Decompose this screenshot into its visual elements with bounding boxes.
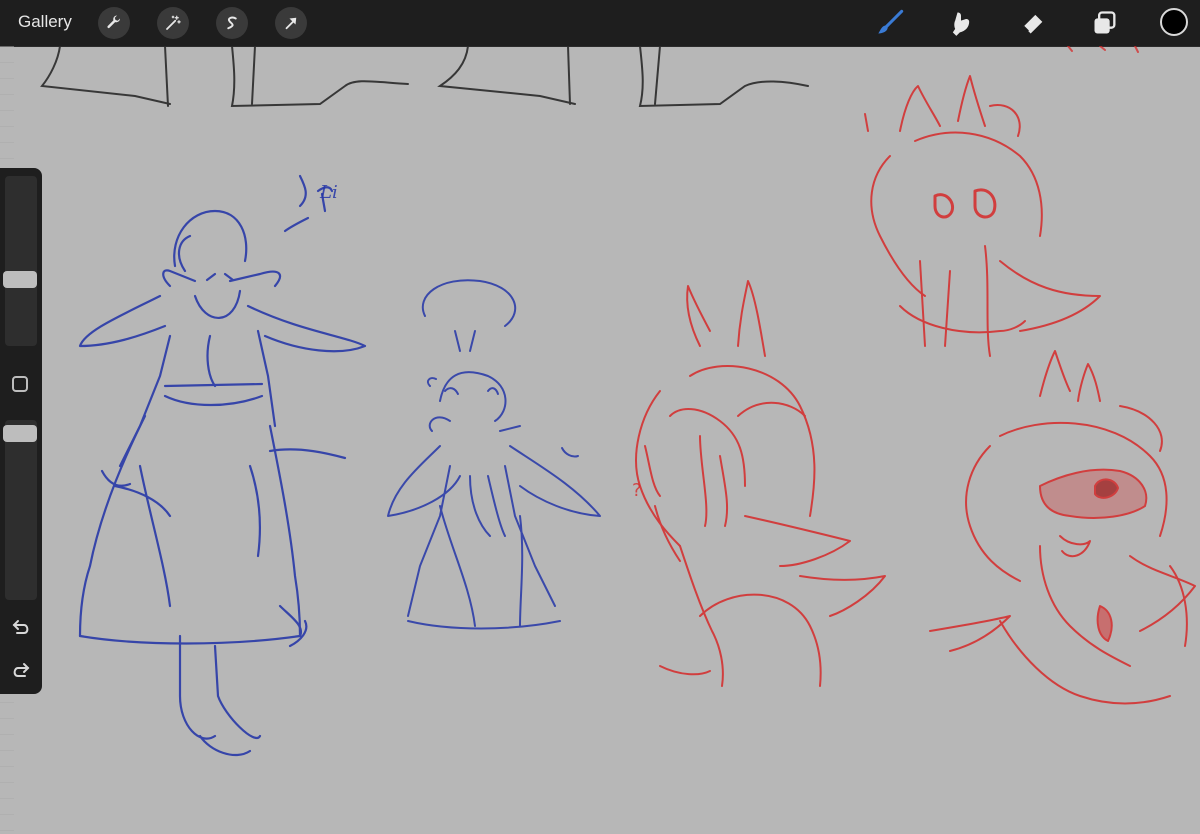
arrow-cursor-icon	[285, 17, 297, 30]
layers-icon	[1094, 11, 1116, 34]
magic-wand-icon	[166, 15, 181, 30]
brush-opacity-thumb[interactable]	[3, 425, 37, 442]
transform-button[interactable]	[275, 7, 307, 39]
left-sidebar	[0, 168, 42, 694]
red-question-mark: ?	[632, 480, 642, 501]
pencil-sketches	[40, 46, 809, 108]
brush-opacity-slider[interactable]	[3, 420, 37, 600]
brush-tool[interactable]	[873, 6, 907, 40]
redo-icon[interactable]	[9, 658, 33, 682]
undo-icon[interactable]	[9, 615, 33, 639]
red-sketch-figure-1	[635, 280, 886, 687]
wrench-icon	[107, 15, 121, 29]
eraser-tool[interactable]	[1016, 6, 1050, 40]
red-top-right-marks	[1067, 46, 1139, 53]
blue-sketch-figure-2	[387, 279, 601, 630]
brush-size-thumb[interactable]	[3, 271, 37, 288]
adjustments-button[interactable]	[157, 7, 189, 39]
selection-button[interactable]	[216, 7, 248, 39]
blue-sketch-figure-1	[78, 174, 367, 757]
blue-handwriting-label: Li	[319, 182, 338, 203]
eraser-icon	[1023, 14, 1043, 34]
selection-s-icon	[227, 16, 237, 30]
smudge-finger-icon	[952, 12, 970, 36]
red-sketch-figure-3	[929, 350, 1196, 705]
layers-tool[interactable]	[1088, 6, 1122, 40]
brush-size-slider[interactable]	[3, 176, 37, 346]
color-picker[interactable]	[1160, 8, 1188, 36]
modify-square-icon[interactable]	[12, 376, 28, 392]
smudge-tool[interactable]	[944, 6, 978, 40]
actions-button[interactable]	[98, 7, 130, 39]
top-toolbar: Gallery	[0, 0, 1200, 47]
brush-icon	[878, 9, 904, 34]
drawing-canvas[interactable]: Li ?	[0, 46, 1200, 834]
red-sketch-figure-2	[864, 75, 1101, 357]
gallery-button[interactable]: Gallery	[18, 12, 72, 32]
